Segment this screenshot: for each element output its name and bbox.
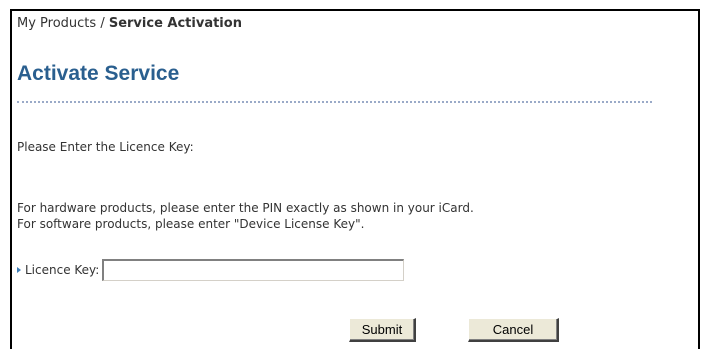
chevron-right-icon xyxy=(17,267,21,273)
instruction-hardware: For hardware products, please enter the … xyxy=(17,201,474,215)
instructions: For hardware products, please enter the … xyxy=(17,200,474,232)
cancel-button[interactable]: Cancel xyxy=(468,318,559,342)
licence-key-input[interactable] xyxy=(102,259,405,281)
breadcrumb-current: Service Activation xyxy=(108,16,242,31)
breadcrumb-separator: / xyxy=(96,16,109,31)
breadcrumb: My Products / Service Activation xyxy=(17,16,242,31)
page-title: Activate Service xyxy=(17,62,180,85)
submit-button[interactable]: Submit xyxy=(349,318,416,342)
licence-key-row: Licence Key: xyxy=(17,258,405,282)
title-divider xyxy=(17,101,652,103)
licence-key-prompt: Please Enter the Licence Key: xyxy=(17,140,194,154)
breadcrumb-my-products[interactable]: My Products xyxy=(17,16,96,31)
content-frame xyxy=(10,9,700,349)
instruction-software: For software products, please enter "Dev… xyxy=(17,217,365,231)
licence-key-label: Licence Key: xyxy=(25,263,100,277)
top-strip xyxy=(0,0,709,8)
